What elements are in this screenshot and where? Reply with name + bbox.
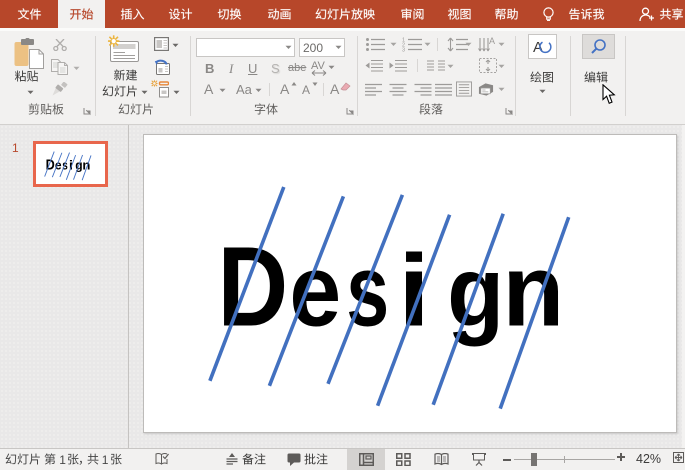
svg-text:e: e [55,158,62,173]
svg-text:s: s [62,158,68,173]
svg-text:i: i [398,234,430,347]
svg-text:A: A [489,37,495,46]
svg-text:3: 3 [402,48,405,53]
svg-text:A: A [533,39,543,55]
svg-text:s: s [346,234,389,348]
svg-text:e: e [289,234,341,348]
